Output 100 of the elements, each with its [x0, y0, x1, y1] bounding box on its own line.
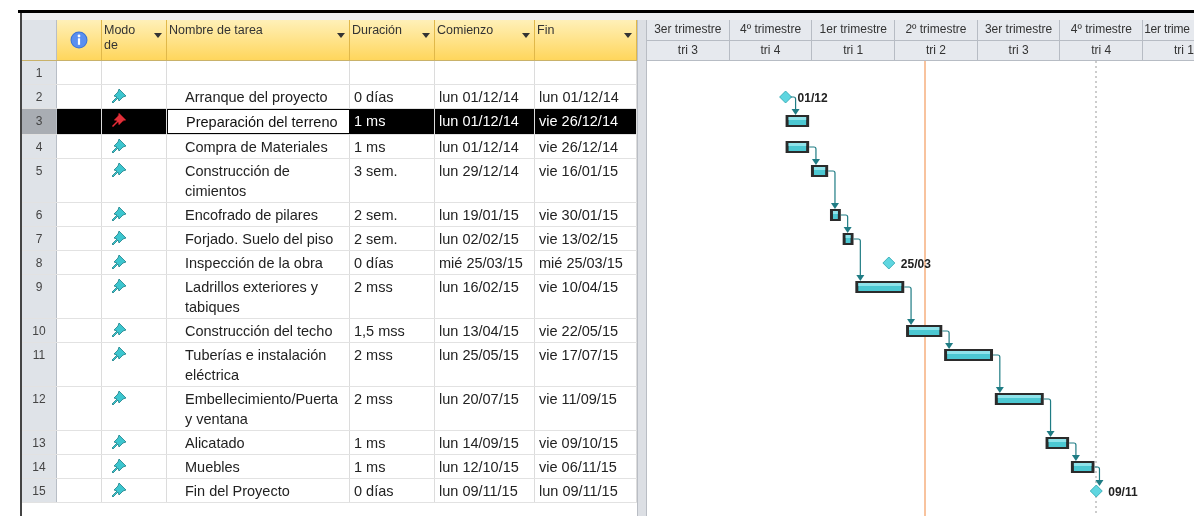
table-row[interactable]: 1: [22, 61, 637, 85]
row-number[interactable]: 7: [22, 227, 57, 250]
dropdown-arrow-icon[interactable]: [422, 33, 430, 38]
row-number[interactable]: 13: [22, 431, 57, 454]
duration-cell: 1 ms: [354, 139, 386, 155]
row-number[interactable]: 9: [22, 275, 57, 318]
start-date: lun 29/12/14: [439, 163, 519, 179]
table-row[interactable]: 14 Muebles 1 ms lun 12/10/15 vie 06/11/15: [22, 455, 637, 479]
finish-date: vie 09/10/15: [539, 435, 618, 451]
finish-date: vie 30/01/15: [539, 207, 618, 223]
task-name: Arranque del proyecto: [185, 89, 328, 105]
finish-date: vie 11/09/15: [539, 391, 617, 407]
row-number[interactable]: 3: [22, 109, 57, 134]
table-row[interactable]: 6 Encofrado de pilares 2 sem. lun 19/01/15 vie 30/01/15: [22, 203, 637, 227]
column-header[interactable]: Duración: [350, 20, 435, 60]
dropdown-arrow-icon[interactable]: [624, 33, 632, 38]
table-row[interactable]: 3 Preparación del terreno 1 ms lun 01/12/14 vie 26/12/14: [22, 109, 637, 135]
task-bar[interactable]: [810, 165, 829, 177]
table-row[interactable]: 5 Construcción de cimientos 3 sem. lun 29/12/14 vie 16/01/15: [22, 159, 637, 203]
task-bar[interactable]: [785, 141, 810, 153]
task-bar[interactable]: [1045, 437, 1070, 449]
table-row[interactable]: 11 Tuberías e instalación eléctrica 2 mss lun 25/05/15 vie 17/07/15: [22, 343, 637, 387]
start-date: lun 19/01/15: [439, 207, 519, 223]
dropdown-arrow-icon[interactable]: [154, 33, 162, 38]
column-header[interactable]: Fin: [535, 20, 637, 60]
task-name: Preparación del terreno: [186, 114, 338, 130]
dropdown-arrow-icon[interactable]: [522, 33, 530, 38]
row-number[interactable]: 6: [22, 203, 57, 226]
pin-icon: [110, 161, 128, 179]
column-header[interactable]: Comienzo: [435, 20, 535, 60]
timescale-header: tri 3: [977, 41, 1061, 60]
table-row[interactable]: 2 Arranque del proyecto 0 días lun 01/12/14 lun 01/12/14: [22, 85, 637, 109]
info-icon: [70, 31, 88, 49]
row-number[interactable]: 15: [22, 479, 57, 502]
milestone-date: 01/12: [797, 90, 828, 105]
pin-icon: [110, 345, 128, 363]
task-bar[interactable]: [785, 115, 810, 127]
row-number[interactable]: 14: [22, 455, 57, 478]
finish-date: vie 10/04/15: [539, 279, 618, 295]
row-number[interactable]: 11: [22, 343, 57, 386]
task-bar[interactable]: [1070, 461, 1095, 473]
table-row[interactable]: 10 Construcción del techo 1,5 mss lun 13/04/15 vie 22/05/15: [22, 319, 637, 343]
start-date: lun 02/02/15: [439, 231, 519, 247]
row-number[interactable]: 8: [22, 251, 57, 274]
row-number[interactable]: 12: [22, 387, 57, 430]
finish-date: lun 01/12/14: [539, 89, 619, 105]
finish-date: vie 22/05/15: [539, 323, 618, 339]
table-row[interactable]: 15 Fin del Proyecto 0 días lun 09/11/15 lun 09/11/15: [22, 479, 637, 503]
row-number[interactable]: 4: [22, 135, 57, 158]
duration-cell: 2 mss: [354, 391, 393, 407]
table-row[interactable]: 4 Compra de Materiales 1 ms lun 01/12/14 vie 26/12/14: [22, 135, 637, 159]
task-name: Alicatado: [185, 435, 245, 451]
task-bar[interactable]: [842, 233, 854, 245]
timescale-header: tri 1: [812, 41, 896, 60]
finish-date: vie 26/12/14: [539, 139, 618, 155]
task-name: Encofrado de pilares: [185, 207, 318, 223]
start-date: lun 12/10/15: [439, 459, 519, 475]
start-date: lun 01/12/14: [439, 89, 519, 105]
timescale-header: tri 2: [895, 41, 978, 60]
start-date: lun 01/12/14: [439, 139, 519, 155]
timescale-header: 1er trime: [1143, 21, 1191, 38]
task-name: Embellecimiento/Puerta y ventana: [185, 391, 339, 427]
finish-date: vie 17/07/15: [539, 347, 618, 363]
task-name: Tuberías e instalación eléctrica: [185, 347, 327, 383]
timescale-header: tri 4: [729, 41, 813, 60]
milestone-date: 09/11: [1108, 484, 1138, 499]
table-row[interactable]: 7 Forjado. Suelo del piso 2 sem. lun 02/02/15 vie 13/02/15: [22, 227, 637, 251]
finish-date: vie 26/12/14: [539, 113, 618, 129]
pin-icon: [110, 277, 128, 295]
table-row[interactable]: 12 Embellecimiento/Puerta y ventana 2 mss lun 20/07/15 vie 11/09/15: [22, 387, 637, 431]
duration-cell: 2 sem.: [354, 207, 398, 223]
task-name: Construcción del techo: [185, 323, 333, 339]
task-name: Inspección de la obra: [185, 255, 323, 271]
finish-date: vie 06/11/15: [539, 459, 617, 475]
timescale-header: 3er trimestre: [977, 20, 1061, 40]
task-bar[interactable]: [906, 325, 943, 337]
task-bar[interactable]: [855, 281, 905, 293]
column-header[interactable]: [57, 20, 102, 60]
table-row[interactable]: 8 Inspección de la obra 0 días mié 25/03/15 mié 25/03/15: [22, 251, 637, 275]
task-bar[interactable]: [944, 349, 993, 361]
dropdown-arrow-icon[interactable]: [337, 33, 345, 38]
row-number[interactable]: 2: [22, 85, 57, 108]
pin-icon: [110, 87, 128, 105]
column-header[interactable]: Modo de: [102, 20, 167, 60]
row-number[interactable]: 1: [22, 61, 57, 84]
task-bar[interactable]: [829, 209, 841, 221]
start-date: lun 20/07/15: [439, 391, 519, 407]
finish-date: lun 09/11/15: [539, 483, 618, 499]
table-row[interactable]: 9 Ladrillos exteriores y tabiques 2 mss lun 16/02/15 vie 10/04/15: [22, 275, 637, 319]
row-number[interactable]: 10: [22, 319, 57, 342]
task-bar[interactable]: [994, 393, 1044, 405]
row-number[interactable]: 5: [22, 159, 57, 202]
start-date: mié 25/03/15: [439, 255, 523, 271]
table-row[interactable]: 13 Alicatado 1 ms lun 14/09/15 vie 09/10/15: [22, 431, 637, 455]
start-date: lun 09/11/15: [439, 483, 518, 499]
pin-icon: [110, 137, 128, 155]
timescale-header: tri 3: [647, 41, 730, 60]
task-name: Ladrillos exteriores y tabiques: [185, 279, 318, 315]
column-header[interactable]: Nombre de tarea: [167, 20, 350, 60]
finish-date: vie 13/02/15: [539, 231, 618, 247]
